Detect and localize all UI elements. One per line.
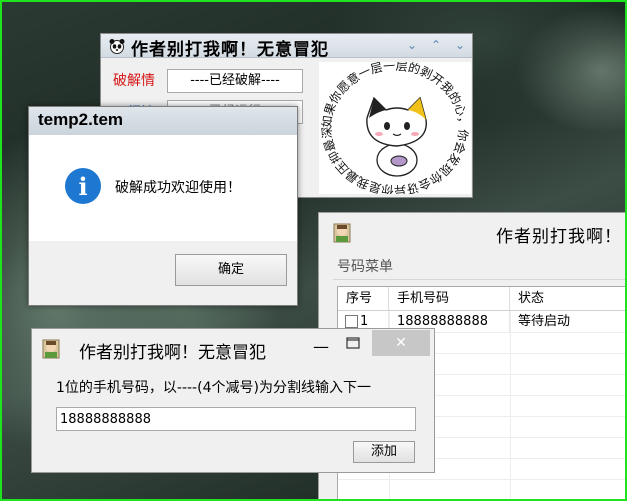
phone-list-title: 作者别打我啊！ — [496, 227, 622, 247]
message-text: 破解成功欢迎使用！ — [115, 180, 241, 196]
chevron-down-icon[interactable]: ⌄ — [452, 37, 468, 53]
column-header-status[interactable]: 状态 — [510, 287, 627, 311]
info-icon: i — [65, 168, 101, 204]
cracker-title: 作者别打我啊！无意冒犯 — [131, 40, 329, 60]
message-box: temp2.tem i 破解成功欢迎使用！ 确定 — [28, 106, 298, 306]
menu-phone-numbers[interactable]: 号码菜单 — [337, 256, 393, 276]
menu-divider — [333, 279, 627, 280]
app-icon — [42, 339, 60, 359]
table-row-status[interactable]: 等待启动 — [510, 311, 627, 332]
grid-line — [510, 311, 511, 501]
cat-art-svg: 如果你愿意一层一层的剥开我的心，你会发现你会讶异你是我最压抑最深处的秘密 — [313, 50, 470, 197]
info-glyph: i — [78, 172, 87, 201]
phone-number-input[interactable] — [56, 407, 416, 431]
panda-icon — [109, 39, 125, 54]
chevron-up-icon[interactable]: ⌃ — [428, 37, 444, 53]
add-button[interactable]: 添加 — [353, 441, 415, 463]
column-header-phone[interactable]: 手机号码 — [389, 287, 510, 311]
message-box-body: i 破解成功欢迎使用！ — [29, 135, 297, 241]
maximize-button[interactable] — [338, 337, 368, 357]
grid-line — [338, 479, 627, 480]
message-box-titlebar[interactable]: temp2.tem — [29, 107, 297, 135]
add-window-title: 作者别打我啊！无意冒犯 — [79, 343, 266, 363]
app-icon — [333, 223, 351, 243]
cracker-titlebar[interactable]: 作者别打我啊！无意冒犯 ⌄ ⌃ ⌄ — [101, 34, 472, 60]
crack-status-field[interactable]: ----已经破解---- — [167, 69, 303, 93]
minimize-button[interactable]: — — [306, 337, 336, 357]
close-button[interactable]: ✕ — [372, 330, 430, 356]
message-box-title: temp2.tem — [38, 110, 124, 129]
crack-status-label: 破解情 — [113, 73, 155, 89]
input-prompt: 1位的手机号码，以----(4个减号)为分割线输入下一 — [56, 380, 371, 396]
add-number-window: 作者别打我啊！无意冒犯 — ✕ 1位的手机号码，以----(4个减号)为分割线输… — [31, 328, 435, 473]
maximize-icon — [346, 337, 360, 349]
ok-button[interactable]: 确定 — [175, 254, 287, 286]
cartoon-cat-image: 如果你愿意一层一层的剥开我的心，你会发现你会讶异你是我最压抑最深处的秘密 — [313, 50, 471, 197]
chevron-down-icon[interactable]: ⌄ — [404, 37, 420, 53]
column-header-index[interactable]: 序号 — [338, 287, 389, 311]
